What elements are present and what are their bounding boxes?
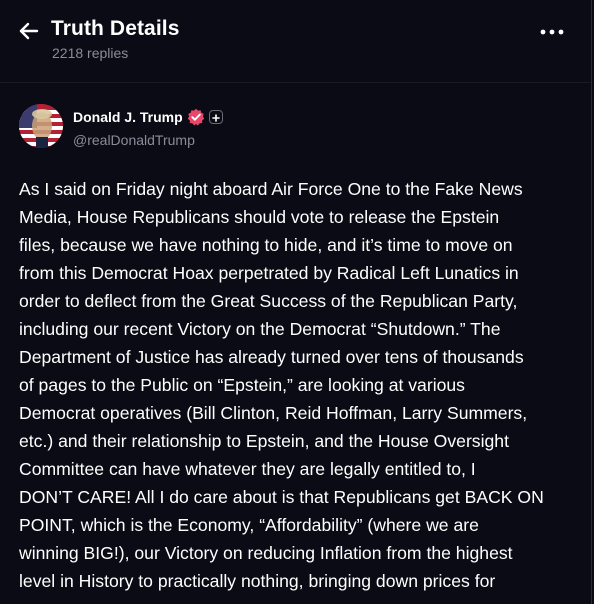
replies-count: 2218 replies	[52, 45, 129, 61]
plus-badge	[209, 110, 223, 124]
arrow-left-icon	[19, 22, 39, 40]
back-button[interactable]	[18, 20, 40, 42]
page-header: Truth Details 2218 replies	[0, 0, 591, 76]
author-row: Donald J. Trump @realDonaldTrump	[19, 104, 579, 152]
plus-badge-icon	[212, 114, 220, 122]
post-text: As I said on Friday night aboard Air For…	[19, 179, 544, 591]
page-title: Truth Details	[51, 17, 180, 40]
more-options-button[interactable]	[537, 22, 567, 42]
author-handle[interactable]: @realDonaldTrump	[73, 132, 195, 148]
header-divider	[0, 82, 591, 83]
avatar-image	[19, 104, 63, 148]
verified-badge	[187, 108, 205, 126]
more-horizontal-icon	[540, 29, 564, 35]
verified-badge-icon	[187, 108, 205, 126]
truth-details-view: Truth Details 2218 replies Donald J. Tru…	[0, 0, 592, 604]
avatar[interactable]	[19, 104, 63, 148]
author-name[interactable]: Donald J. Trump	[73, 109, 183, 125]
